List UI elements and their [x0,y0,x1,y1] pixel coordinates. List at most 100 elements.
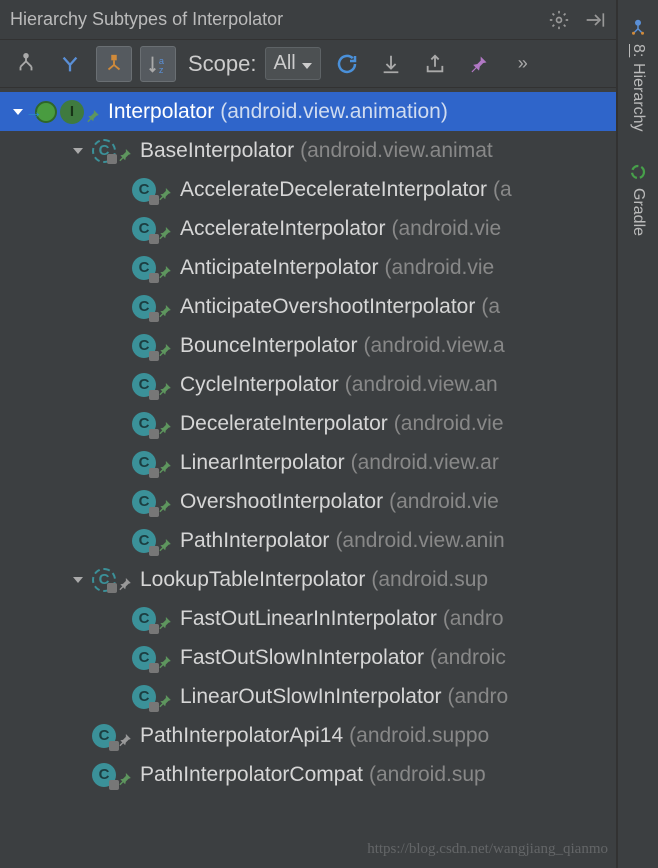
class-icon: C [132,412,156,436]
hierarchy-icon [628,18,648,38]
final-icon [158,495,172,509]
tree-row[interactable]: C LinearInterpolator (android.view.ar [0,443,617,482]
class-name: LookupTableInterpolator [140,568,365,592]
supertypes-button[interactable] [52,46,88,82]
titlebar: Hierarchy Subtypes of Interpolator [0,0,617,40]
arrow-placeholder [108,609,128,629]
tree-row[interactable]: C FastOutSlowInInterpolator (androic [0,638,617,677]
tree-row[interactable]: C DecelerateInterpolator (android.vie [0,404,617,443]
scope-dropdown[interactable]: All [265,47,321,80]
hide-icon[interactable] [583,8,607,32]
toolbar: az Scope: All » [0,40,617,88]
more-button[interactable]: » [505,46,541,82]
tree-row[interactable]: C FastOutLinearInInterpolator (andro [0,599,617,638]
class-icon: C [132,685,156,709]
class-icon: C [132,451,156,475]
pin-button[interactable] [461,46,497,82]
refresh-button[interactable] [329,46,365,82]
tree-row[interactable]: C AccelerateInterpolator (android.vie [0,209,617,248]
final-icon [86,105,100,119]
node-icons: C [132,217,172,241]
tree-row[interactable]: C PathInterpolator (android.view.anin [0,521,617,560]
package-name: (android.view.animat [300,139,493,163]
class-icon: C [132,178,156,202]
class-name: DecelerateInterpolator [180,412,388,436]
package-name: (android.sup [369,763,486,787]
package-name: (android.vie [389,490,499,514]
rail-hierarchy-label: Hierarchy [629,63,647,131]
final-icon [158,378,172,392]
class-name: AccelerateDecelerateInterpolator [180,178,487,202]
class-icon: C [132,529,156,553]
package-name: (a [493,178,512,202]
gradle-icon [628,162,648,182]
arrow-placeholder [68,726,88,746]
overridable-icon [118,573,132,587]
package-name: (android.suppo [349,724,489,748]
rail-hierarchy-tab[interactable]: 8: Hierarchy [628,10,648,140]
class-hierarchy-button[interactable] [8,46,44,82]
subtypes-button[interactable] [96,46,132,82]
class-name: AccelerateInterpolator [180,217,385,241]
package-name: (android.vie [384,256,494,280]
node-icons: C [132,178,172,202]
tree-row[interactable]: C OvershootInterpolator (android.vie [0,482,617,521]
tree-row[interactable]: C PathInterpolatorApi14 (android.suppo [0,716,617,755]
tree-row[interactable]: C CycleInterpolator (android.view.an [0,365,617,404]
class-name: PathInterpolator [180,529,329,553]
tree-row[interactable]: C LinearOutSlowInInterpolator (andro [0,677,617,716]
arrow-placeholder [108,414,128,434]
class-name: AnticipateOvershootInterpolator [180,295,475,319]
sort-alpha-button[interactable]: az [140,46,176,82]
rail-gradle-label: Gradle [629,188,647,236]
node-icons: C [92,139,132,163]
rail-gradle-tab[interactable]: Gradle [628,154,648,244]
class-name: OvershootInterpolator [180,490,383,514]
arrow-placeholder [108,180,128,200]
node-icons: C [132,490,172,514]
node-icons: C [132,529,172,553]
tree-row[interactable]: C PathInterpolatorCompat (android.sup [0,755,617,794]
tree-row[interactable]: C AnticipateInterpolator (android.vie [0,248,617,287]
package-name: (android.view.anin [335,529,504,553]
rail-hierarchy-prefix: 8: [629,44,647,57]
autoscroll-source-button[interactable] [373,46,409,82]
class-name: BaseInterpolator [140,139,294,163]
gear-icon[interactable] [547,8,571,32]
tree-row[interactable]: C LookupTableInterpolator (android.sup [0,560,617,599]
node-icons: C [92,568,132,592]
node-icons: I [60,100,100,124]
watermark: https://blog.csdn.net/wangjiang_qianmo [367,841,608,858]
class-name: PathInterpolatorCompat [140,763,363,787]
class-icon: C [132,646,156,670]
class-name: PathInterpolatorApi14 [140,724,343,748]
tree-row[interactable]: C AnticipateOvershootInterpolator (a [0,287,617,326]
overridable-icon [118,729,132,743]
expand-arrow-icon[interactable] [68,570,88,590]
export-button[interactable] [417,46,453,82]
final-icon [158,651,172,665]
node-icons: C [132,334,172,358]
final-icon [158,300,172,314]
arrow-placeholder [108,687,128,707]
arrow-placeholder [108,375,128,395]
scope-value: All [274,52,296,75]
class-icon: C [132,373,156,397]
tree-row[interactable]: C BounceInterpolator (android.view.a [0,326,617,365]
tree-row[interactable]: C BaseInterpolator (android.view.animat [0,131,617,170]
package-name: (andro [443,607,504,631]
tree-row[interactable]: → I Interpolator (android.view.animation… [0,92,617,131]
class-icon: C [132,295,156,319]
class-icon: C [132,334,156,358]
tree-row[interactable]: C AccelerateDecelerateInterpolator (a [0,170,617,209]
package-name: (android.vie [394,412,504,436]
node-icons: C [132,412,172,436]
final-icon [158,456,172,470]
final-icon [118,144,132,158]
arrow-placeholder [108,258,128,278]
final-icon [158,417,172,431]
final-icon [158,339,172,353]
expand-arrow-icon[interactable] [68,141,88,161]
node-icons: C [92,763,132,787]
arrow-placeholder [108,648,128,668]
